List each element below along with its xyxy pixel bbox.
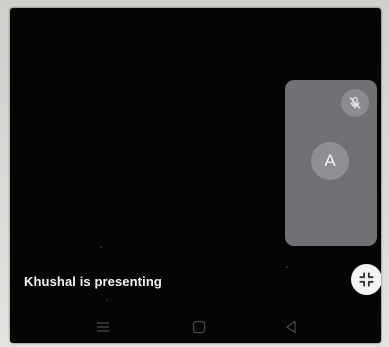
exit-fullscreen-button[interactable] <box>351 264 381 295</box>
back-icon <box>286 320 296 334</box>
mic-off-icon <box>341 89 369 117</box>
photo-frame: A Khushal is presenting <box>0 0 389 347</box>
menu-icon <box>97 322 109 332</box>
presenting-status: Khushal is presenting <box>24 274 162 289</box>
screen-speck <box>106 300 108 301</box>
participant-tile[interactable]: A <box>285 80 377 246</box>
avatar: A <box>311 142 349 180</box>
exit-fullscreen-icon <box>359 272 374 287</box>
home-icon <box>192 320 206 334</box>
nav-back-button[interactable] <box>281 318 301 336</box>
nav-home-button[interactable] <box>189 318 209 336</box>
nav-menu-button[interactable] <box>93 318 113 336</box>
screen-speck <box>100 246 102 248</box>
navigation-bar <box>10 310 381 343</box>
device-screen: A Khushal is presenting <box>10 8 381 343</box>
screen-speck <box>286 266 288 268</box>
